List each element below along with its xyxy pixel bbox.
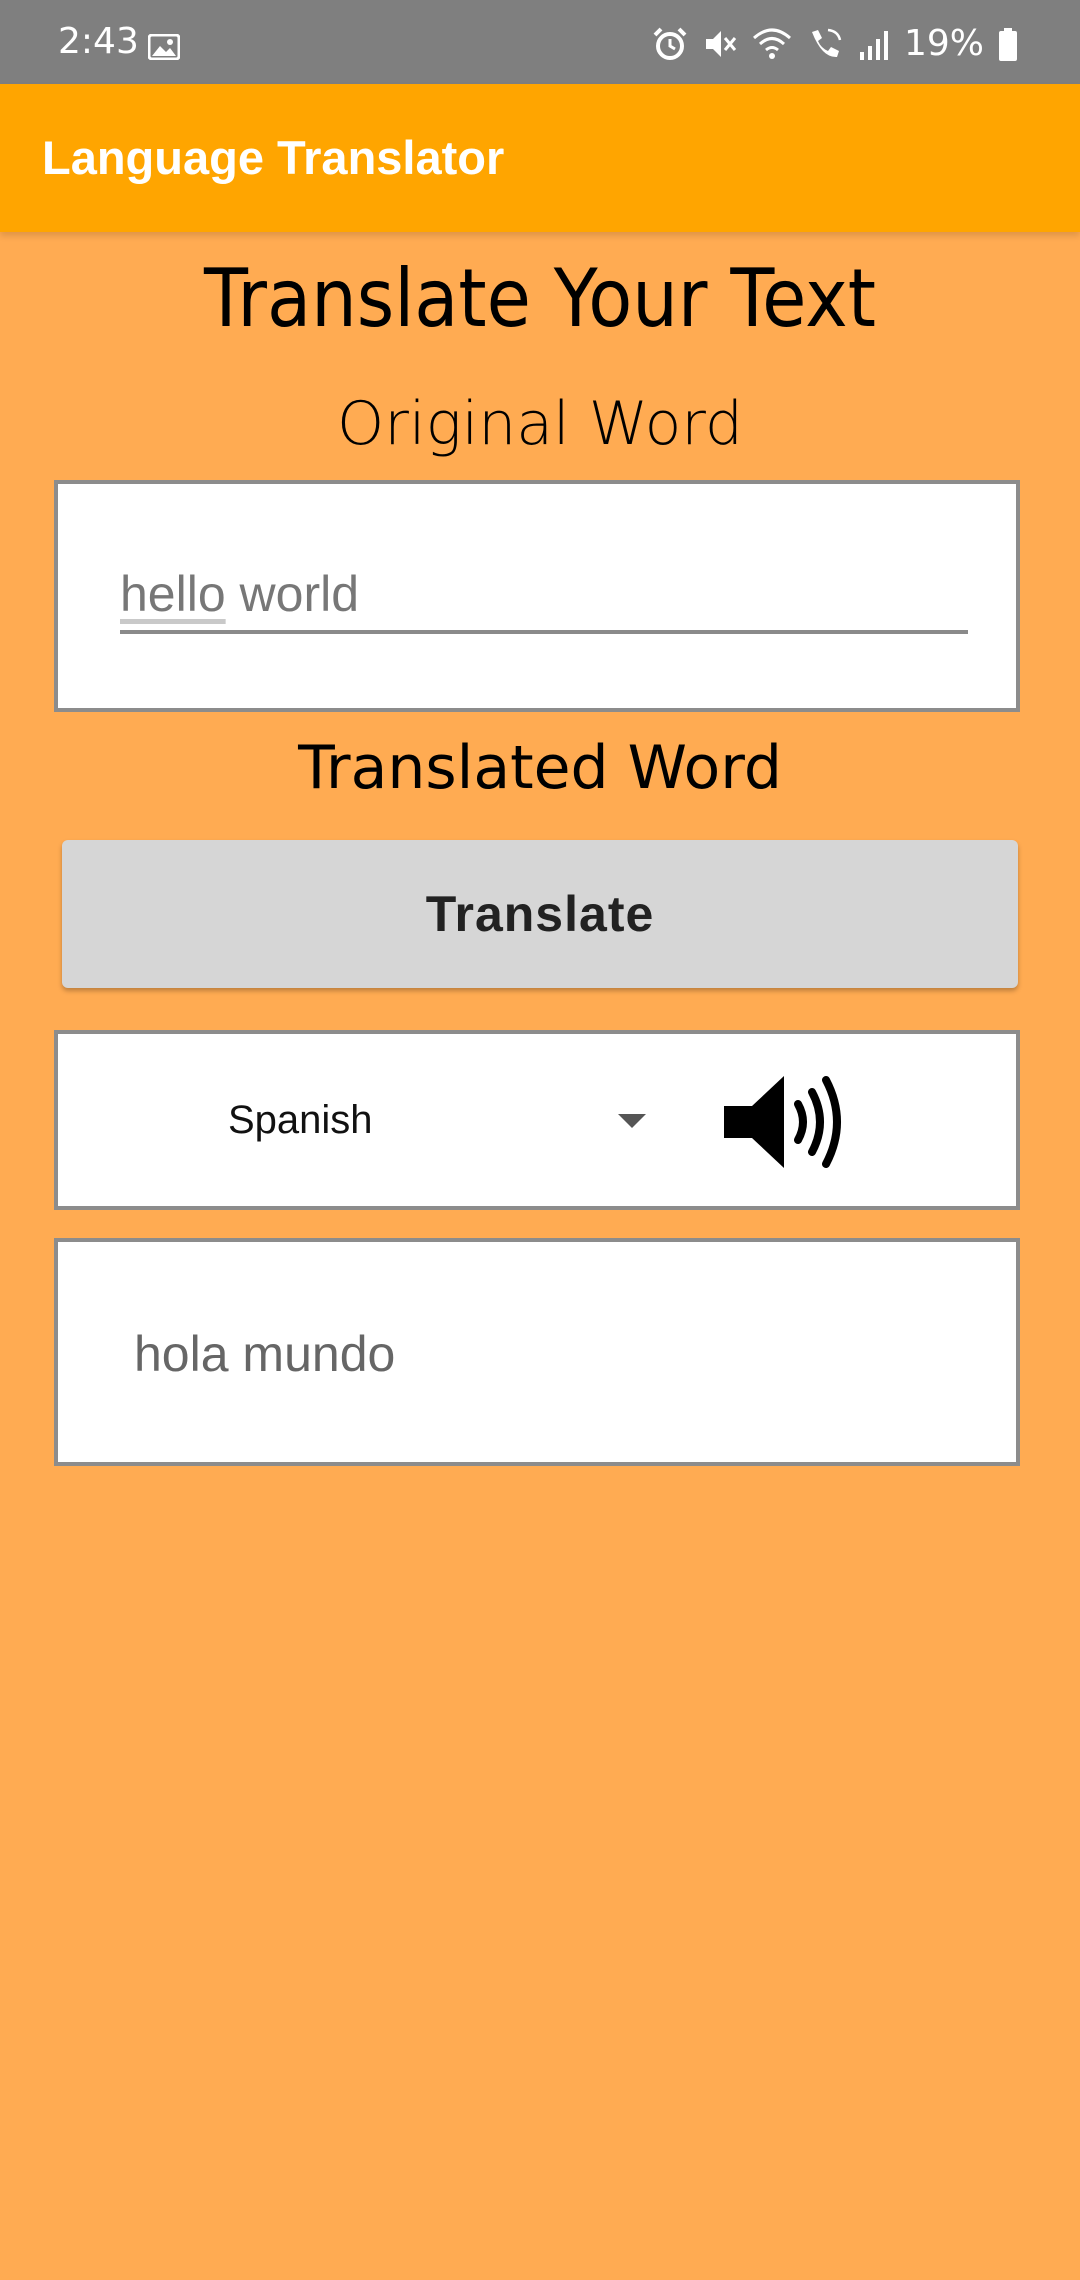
gallery-icon [148,34,180,60]
app-title: Language Translator [42,131,505,184]
battery-icon [999,28,1017,61]
translation-output-container: hola mundo [54,1238,1020,1466]
speaker-icon[interactable] [722,1072,852,1172]
mute-icon [705,31,737,57]
signal-icon [859,31,888,60]
status-bar: 2:43 19% [0,0,1080,84]
wifi-calling-icon [811,28,842,58]
language-row: Spanish [54,1030,1020,1210]
page-heading: Translate Your Text [203,250,876,346]
alarm-icon [653,27,687,60]
dropdown-arrow-icon[interactable] [618,1114,646,1128]
wifi-icon [752,28,791,59]
original-word-input[interactable]: hello world [120,562,968,634]
translated-word-label: Translated Word [298,733,782,803]
status-time: 2:43 [58,21,139,62]
status-icons: 19% [652,22,1018,66]
translate-button[interactable]: Translate [62,840,1018,988]
language-spinner[interactable]: Spanish [228,1094,373,1146]
app-bar: Language Translator [0,84,1080,232]
input-word-world: world [225,566,360,622]
original-word-label: Original Word [337,389,743,459]
original-word-container: hello world [54,480,1020,712]
battery-percentage: 19% [903,23,984,64]
input-word-hello: hello [120,566,226,622]
translation-output: hola mundo [134,1326,396,1382]
